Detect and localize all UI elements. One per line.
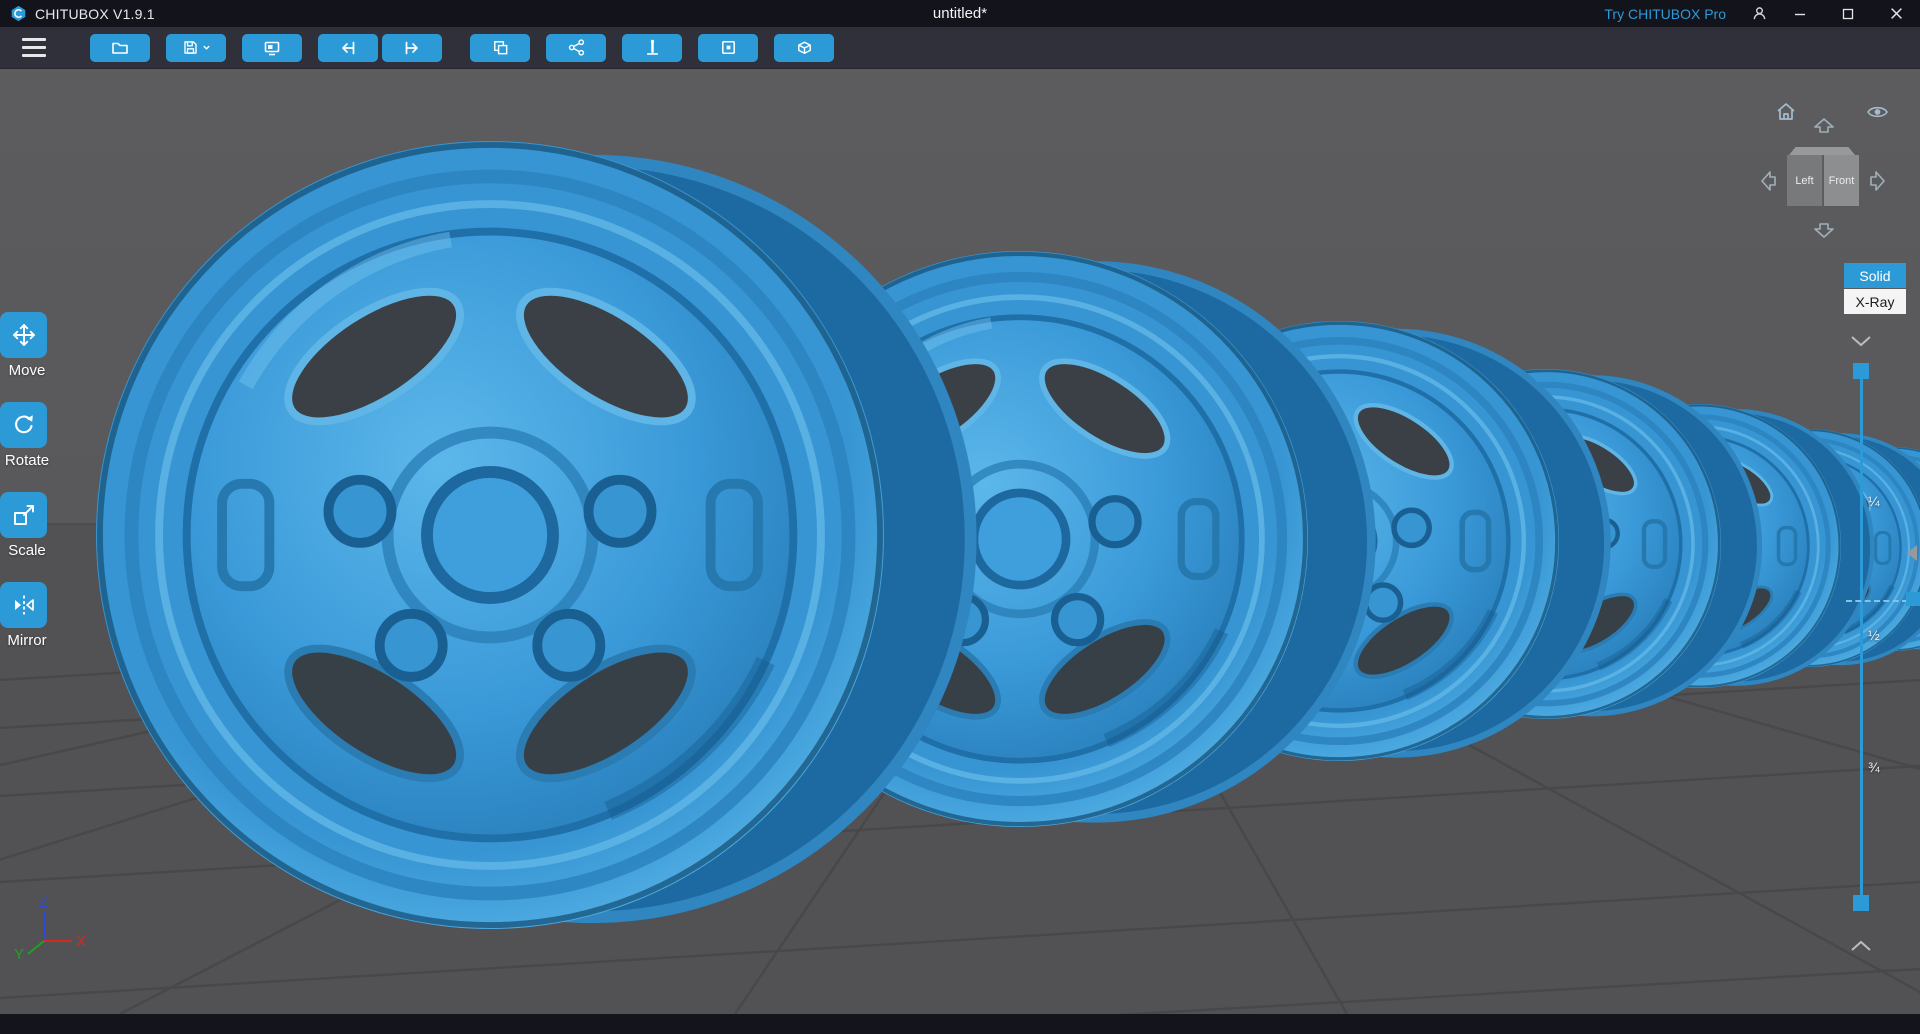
render-mode-xray-button[interactable]: X-Ray (1844, 289, 1906, 314)
view-cube-front-face[interactable]: Front (1824, 155, 1859, 206)
redo-arrow-icon (405, 41, 418, 54)
document-title: untitled* (932, 5, 988, 22)
clipping-slider-bottom-handle[interactable] (1853, 895, 1869, 911)
clip-collapse-chevron-down[interactable] (1849, 334, 1873, 348)
home-view-button[interactable] (1774, 100, 1798, 124)
auto-arrange-button[interactable] (546, 33, 606, 62)
orbit-up-arrow[interactable] (1813, 118, 1835, 134)
network-nodes-icon (568, 39, 584, 56)
app-title: CHITUBOX V1.9.1 (35, 5, 155, 22)
maximize-icon (1842, 8, 1854, 19)
clipping-slider-top-handle[interactable] (1853, 363, 1869, 379)
clip-collapse-chevron-up[interactable] (1849, 939, 1873, 953)
mirror-tool-label: Mirror (7, 632, 47, 649)
main-toolbar (0, 27, 1920, 69)
scene-3d[interactable] (0, 69, 1920, 1014)
slider-mark-quarter: ¼ (1868, 493, 1880, 509)
support-pillar-icon (646, 39, 658, 55)
maximize-button[interactable] (1824, 0, 1872, 27)
clip-plane-handle[interactable] (1906, 592, 1920, 606)
orbit-down-arrow[interactable] (1813, 222, 1835, 238)
rotate-icon (14, 415, 33, 434)
titlebar: CHITUBOX V1.9.1 untitled* Try CHITUBOX P… (0, 0, 1920, 27)
visibility-eye-button[interactable] (1866, 103, 1889, 121)
clipping-slider-track[interactable] (1860, 368, 1863, 903)
close-button[interactable] (1872, 0, 1920, 27)
save-dropdown-chevron-icon[interactable] (202, 43, 211, 52)
orbit-left-arrow[interactable] (1761, 170, 1777, 192)
scale-tool-button[interactable] (0, 492, 47, 538)
scale-icon (13, 505, 34, 525)
close-icon (1890, 8, 1902, 19)
redo-button[interactable] (382, 33, 442, 62)
menu-button[interactable] (22, 38, 50, 57)
axes-indicator: Z X Y (14, 894, 86, 963)
status-bar (0, 1014, 1920, 1034)
folder-icon (112, 42, 128, 54)
slider-mark-three-quarter: ¾ (1868, 759, 1880, 775)
axis-x-label: X (76, 933, 86, 950)
save-button[interactable] (166, 33, 226, 62)
wheel-model-1[interactable] (96, 141, 971, 929)
view-cube-left-face[interactable]: Left (1787, 155, 1823, 206)
panel-collapse-arrow[interactable] (1907, 545, 1917, 561)
plate-icon (264, 41, 280, 55)
rotate-tool-label: Rotate (4, 452, 50, 469)
move-tool-button[interactable] (0, 312, 47, 358)
clone-button[interactable] (470, 33, 530, 62)
app-logo-icon (11, 5, 26, 22)
solid-label: Solid (1859, 267, 1891, 284)
slider-mark-half: ½ (1868, 627, 1880, 643)
cube-front-label: Front (1828, 174, 1855, 187)
try-chitubox-pro-link[interactable]: Try CHITUBOX Pro (1604, 6, 1726, 22)
cube-left-label: Left (1795, 174, 1814, 187)
move-icon (12, 324, 35, 346)
render-mode-solid-button[interactable]: Solid (1844, 263, 1906, 288)
copy-icon (493, 41, 507, 55)
mirror-tool-button[interactable] (0, 582, 47, 628)
orbit-right-arrow[interactable] (1869, 170, 1885, 192)
support-button[interactable] (622, 33, 682, 62)
undo-arrow-icon (342, 41, 355, 54)
hollow-box-icon (721, 41, 735, 54)
scale-tool-label: Scale (8, 542, 46, 559)
clip-plane-dashed-line (1846, 600, 1908, 602)
axis-y-label: Y (14, 946, 24, 963)
open-box-icon (797, 41, 811, 54)
minimize-button[interactable] (1776, 0, 1824, 27)
add-plate-button[interactable] (242, 33, 302, 62)
view-cube-top-face[interactable] (1789, 147, 1855, 155)
user-icon (1753, 7, 1765, 20)
user-account-button[interactable] (1742, 0, 1776, 27)
viewport-canvas[interactable] (0, 69, 1920, 1014)
rotate-tool-button[interactable] (0, 402, 47, 448)
dig-hole-button[interactable] (774, 33, 834, 62)
undo-button[interactable] (318, 33, 378, 62)
mirror-icon (14, 595, 34, 615)
axis-z-label: Z (39, 894, 48, 911)
move-tool-label: Move (8, 362, 46, 379)
save-icon (183, 41, 197, 54)
transform-toolbar: Move Rotate Scale Mirror (0, 312, 54, 672)
minimize-icon (1795, 13, 1805, 15)
open-file-button[interactable] (90, 33, 150, 62)
xray-label: X-Ray (1855, 293, 1895, 310)
hollow-button[interactable] (698, 33, 758, 62)
